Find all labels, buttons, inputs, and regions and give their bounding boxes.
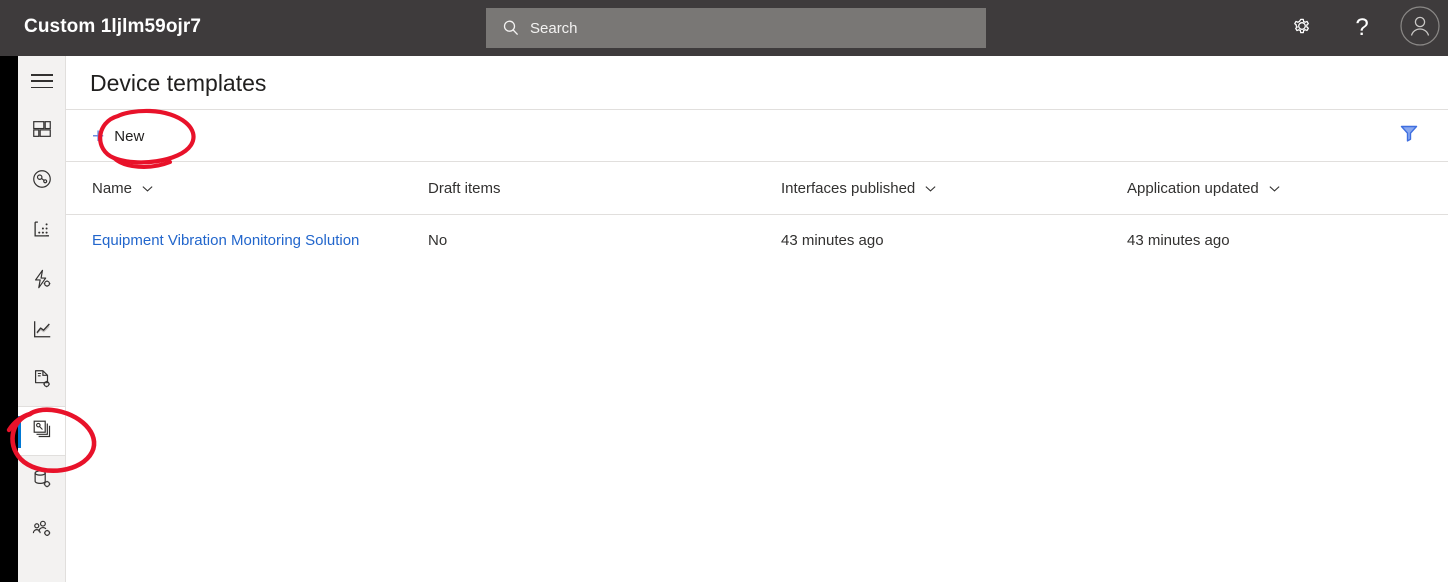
cell-interfaces-published: 43 minutes ago: [781, 231, 884, 249]
rules-lightning-icon: [31, 268, 53, 295]
sidebar-item-analytics[interactable]: [18, 306, 65, 356]
search-icon: [502, 19, 520, 37]
sidebar-item-administration[interactable]: [18, 506, 65, 556]
top-header-bar: Custom 1ljlm59ojr7 Search ?: [0, 0, 1448, 56]
user-avatar-icon: [1400, 5, 1440, 51]
gear-icon: [1291, 15, 1313, 42]
device-template-link[interactable]: Equipment Vibration Monitoring Solution: [92, 232, 359, 249]
search-input[interactable]: Search: [486, 8, 986, 48]
device-templates-icon: [31, 418, 53, 445]
cell-draft-items: No: [428, 231, 448, 249]
new-button-label: New: [114, 127, 145, 145]
settings-button[interactable]: [1280, 0, 1324, 56]
main-content: Device templates + New Name Draft items …: [66, 56, 1448, 582]
sidebar-item-device-templates[interactable]: [18, 406, 65, 456]
cell-application-updated: 43 minutes ago: [1127, 231, 1230, 249]
jobs-document-icon: [31, 368, 53, 395]
sidebar-item-dashboard[interactable]: [18, 106, 65, 156]
column-header-application-updated[interactable]: Application updated: [1127, 162, 1281, 214]
app-title: Custom 1ljlm59ojr7: [24, 16, 202, 37]
dashboard-grid-icon: [31, 118, 53, 145]
chevron-down-icon: [141, 182, 154, 195]
sidebar-item-device-groups[interactable]: [18, 206, 65, 256]
sidebar-item-data-export[interactable]: [18, 456, 65, 506]
menu-toggle-button[interactable]: [18, 56, 65, 106]
question-mark-icon: ?: [1355, 14, 1369, 41]
avatar[interactable]: [1398, 0, 1442, 56]
chevron-down-icon: [1268, 182, 1281, 195]
filter-funnel-icon: [1399, 123, 1419, 148]
devices-circle-icon: [31, 168, 53, 195]
table-header-row: Name Draft items Interfaces published Ap…: [66, 162, 1448, 215]
sidebar-item-rules[interactable]: [18, 256, 65, 306]
device-groups-icon: [31, 218, 53, 245]
left-black-strip: [0, 56, 18, 582]
new-button[interactable]: + New: [92, 121, 152, 151]
column-header-name[interactable]: Name: [92, 162, 154, 214]
help-button[interactable]: ?: [1340, 0, 1384, 56]
chevron-down-icon: [924, 182, 937, 195]
command-bar: + New: [66, 110, 1448, 162]
filter-button[interactable]: [1392, 118, 1426, 152]
cell-name: Equipment Vibration Monitoring Solution: [92, 215, 359, 265]
plus-icon: +: [92, 124, 105, 148]
administration-icon: [31, 518, 53, 545]
sidebar-item-devices[interactable]: [18, 156, 65, 206]
device-templates-table: Name Draft items Interfaces published Ap…: [66, 162, 1448, 265]
table-row[interactable]: Equipment Vibration Monitoring Solution …: [66, 215, 1448, 265]
sidebar-item-jobs[interactable]: [18, 356, 65, 406]
hamburger-menu-icon: [30, 74, 53, 88]
data-export-icon: [31, 468, 53, 495]
column-header-draft-items[interactable]: Draft items: [428, 162, 501, 214]
search-placeholder: Search: [530, 19, 578, 37]
sidebar: [18, 56, 66, 582]
page-title: Device templates: [90, 70, 267, 96]
analytics-chart-icon: [31, 318, 53, 345]
column-header-interfaces-published[interactable]: Interfaces published: [781, 162, 937, 214]
